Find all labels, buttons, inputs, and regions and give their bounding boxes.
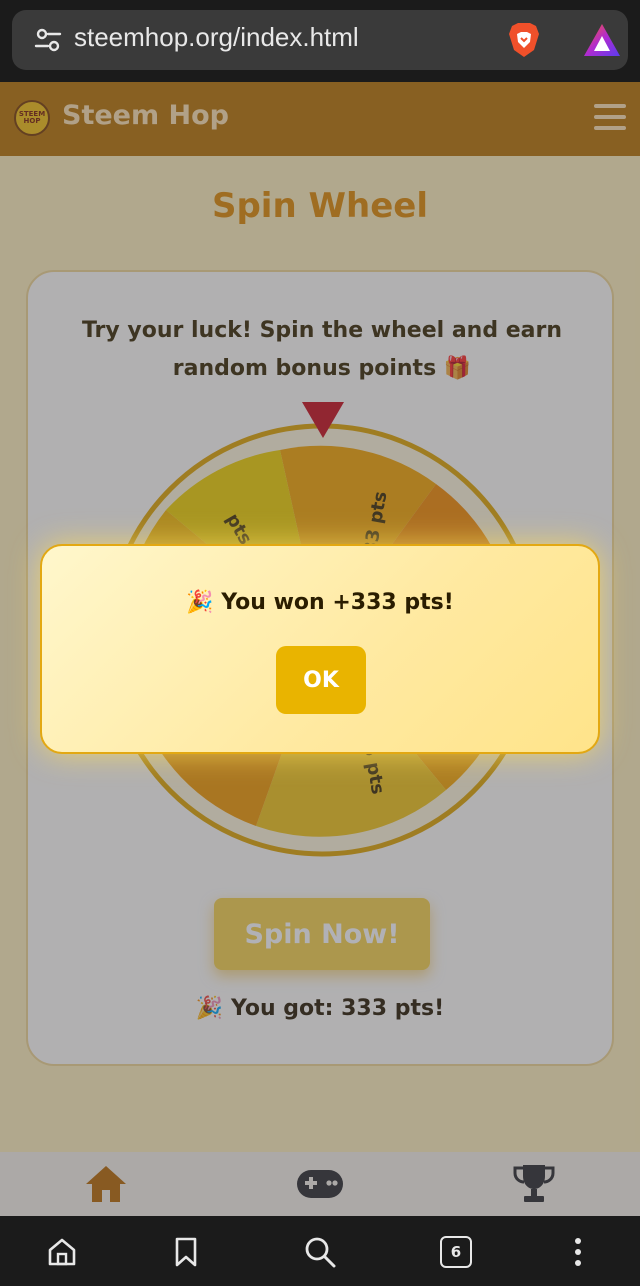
brave-rewards-icon[interactable] bbox=[582, 22, 622, 58]
browser-bottom-bar: 6 bbox=[0, 1216, 640, 1286]
bookmark-icon[interactable] bbox=[170, 1236, 202, 1268]
brave-shield-icon[interactable] bbox=[504, 20, 544, 60]
win-message: 🎉 You won +333 pts! bbox=[186, 590, 454, 615]
browser-toolbar: steemhop.org/index.html bbox=[0, 0, 640, 82]
tune-icon[interactable] bbox=[34, 26, 62, 54]
url-text[interactable]: steemhop.org/index.html bbox=[74, 22, 359, 53]
ok-button[interactable]: OK bbox=[276, 646, 366, 714]
more-icon[interactable] bbox=[562, 1236, 594, 1268]
tabs-icon[interactable]: 6 bbox=[440, 1236, 472, 1268]
search-icon[interactable] bbox=[304, 1236, 336, 1268]
win-dialog: 🎉 You won +333 pts! OK bbox=[40, 544, 600, 754]
web-page: STEEM HOP Steem Hop Spin Wheel Try your … bbox=[0, 82, 640, 1216]
address-bar[interactable]: steemhop.org/index.html bbox=[12, 10, 628, 70]
home-icon[interactable] bbox=[46, 1236, 78, 1268]
